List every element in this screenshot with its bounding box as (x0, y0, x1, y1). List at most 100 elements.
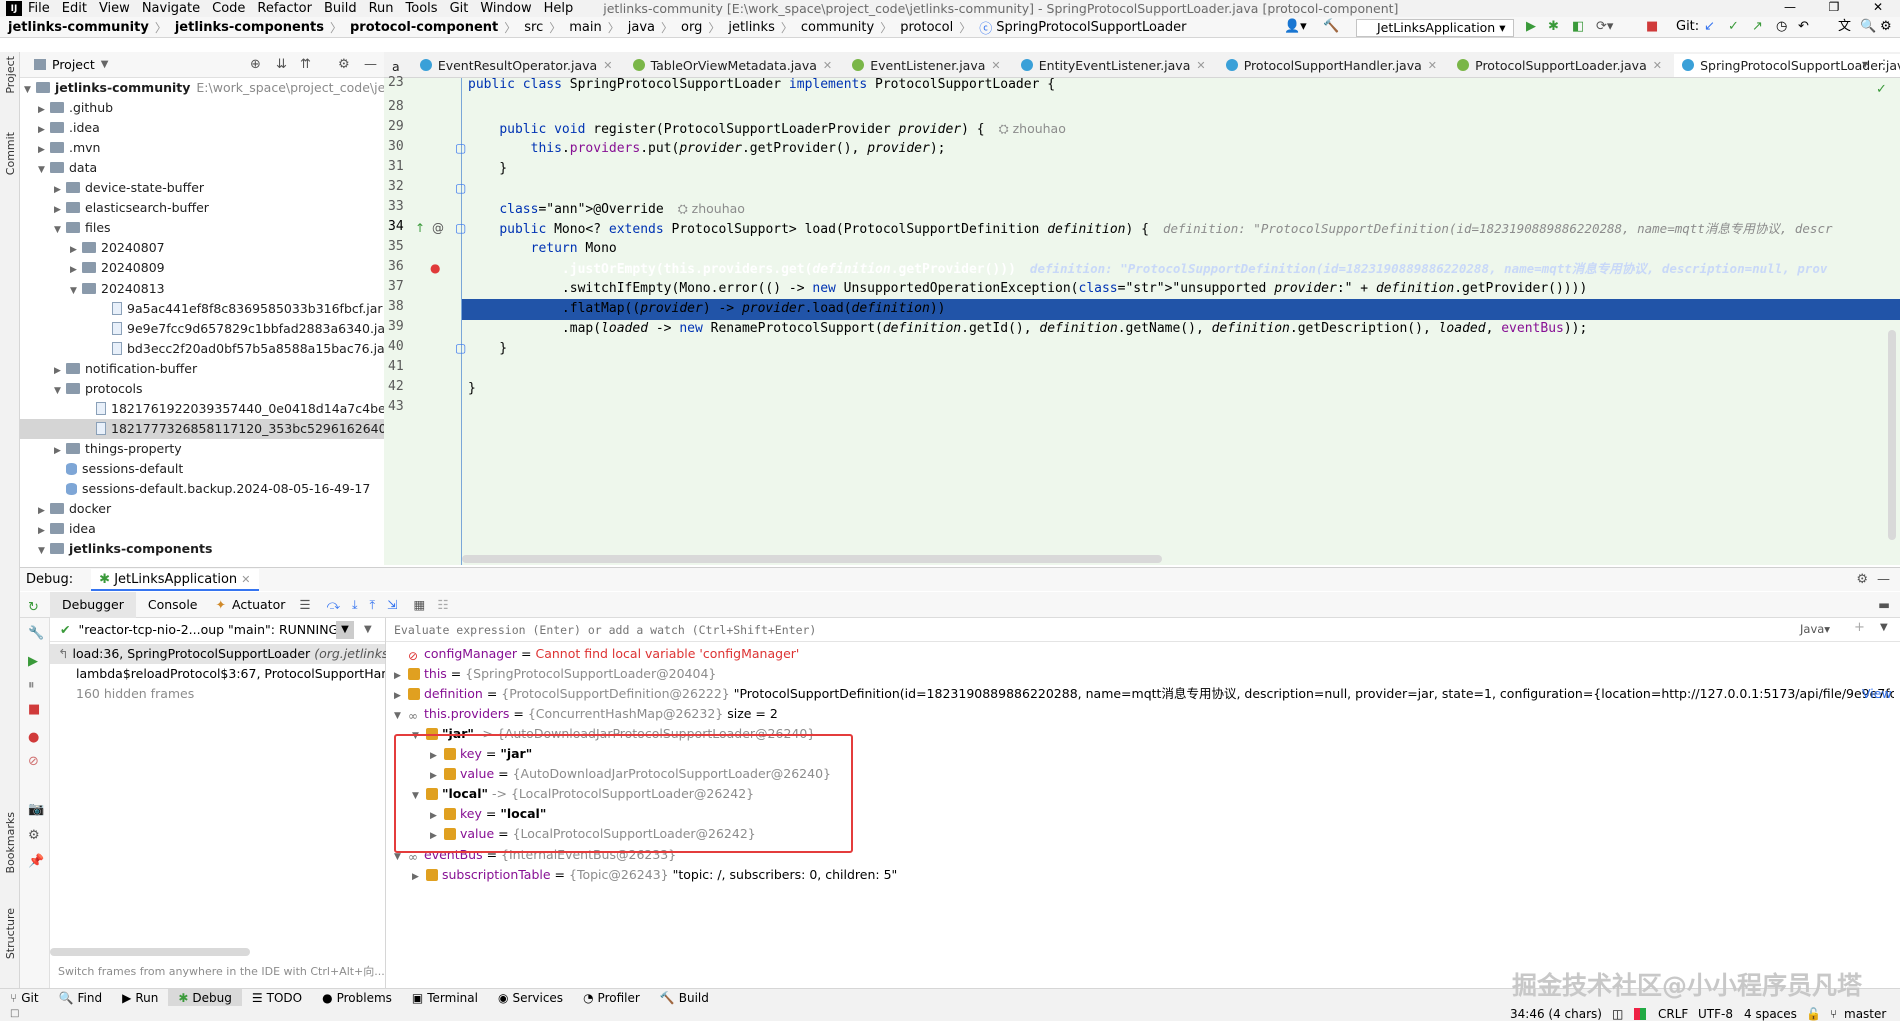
build-hammer-icon[interactable]: 🔨 (1323, 20, 1339, 34)
breadcrumb-community[interactable]: community (801, 20, 874, 35)
hide-panel-icon[interactable]: — (364, 57, 377, 72)
code-line[interactable]: .flatMap((provider) -> provider.load(def… (468, 299, 946, 319)
variable-row[interactable]: ▶ definition = {ProtocolSupportDefinition… (394, 684, 1894, 704)
step-out-icon[interactable]: ⤒ (370, 597, 376, 613)
frame-row[interactable]: ↰ load:36, SpringProtocolSupportLoader (… (50, 644, 406, 664)
chevron-right-icon[interactable]: ▶ (54, 441, 66, 461)
tree-node[interactable]: ▶ 20240809 (20, 258, 384, 278)
settings-icon[interactable]: ⚙ (1880, 20, 1892, 34)
breadcrumb-jetlinks[interactable]: jetlinks (728, 20, 774, 35)
toolwindow-profiler[interactable]: ◔ Profiler (573, 989, 650, 1007)
filter-icon[interactable]: ▼ (336, 621, 354, 639)
coverage-icon[interactable]: ◧ (1572, 20, 1584, 34)
menu-help[interactable]: Help (544, 1, 574, 16)
tree-node[interactable]: ▼ files (20, 218, 384, 238)
expand-all-icon[interactable]: ⇊ (276, 57, 287, 72)
line-number[interactable]: 29 (388, 119, 408, 134)
code-line[interactable]: public Mono<? extends ProtocolSupport> l… (468, 219, 1832, 239)
line-number[interactable]: 28 (388, 99, 408, 114)
menu-code[interactable]: Code (212, 1, 245, 16)
variable-row[interactable]: ▼ ∞ this.providers = {ConcurrentHashMap@26… (394, 704, 778, 724)
tree-node[interactable]: ▼ jetlinks-community E:\work_space\project… (20, 78, 384, 98)
line-number[interactable]: 38 (388, 299, 408, 314)
line-number[interactable]: 40 (388, 339, 408, 354)
menu-refactor[interactable]: Refactor (257, 1, 312, 16)
menu-build[interactable]: Build (324, 1, 357, 16)
fold-icon[interactable]: ▢ (455, 341, 466, 355)
code-line[interactable]: public class SpringProtocolSupportLoader… (468, 75, 1055, 95)
tree-node[interactable]: ▶ .github (20, 98, 384, 118)
tab-protocol-support-loader[interactable]: ProtocolSupportLoader.java ✕ (1449, 52, 1670, 77)
step-over-icon[interactable]: ⤼ (327, 597, 340, 613)
gear-icon[interactable]: ⚙ (338, 57, 350, 72)
file-encoding[interactable]: UTF-8 (1698, 1007, 1733, 1021)
locate-icon[interactable]: ⊕ (250, 57, 261, 72)
override-marker-icon[interactable]: ↑ (415, 221, 425, 235)
chevron-down-icon[interactable]: ▼ (38, 160, 50, 180)
code-line[interactable]: .map(loaded -> new RenameProtocolSupport… (468, 319, 1587, 339)
chevron-right-icon[interactable]: ▶ (394, 686, 408, 704)
chevron-down-icon[interactable]: ▼ (70, 281, 82, 301)
run-configuration-select[interactable]: JetLinksApplication ▾ (1356, 19, 1514, 37)
menu-edit[interactable]: Edit (62, 1, 87, 16)
breadcrumb-protocol[interactable]: protocol (900, 20, 953, 35)
tree-node[interactable]: 9e9e7fcc9d657829c1bbfad2883a6340.jar (20, 319, 384, 339)
status-toggle-icon[interactable]: □ (10, 1008, 19, 1019)
git-commit-icon[interactable]: ✓ (1728, 20, 1739, 34)
line-number[interactable]: 41 (388, 359, 408, 374)
tab-protocol-support-handler[interactable]: ProtocolSupportHandler.java ✕ (1218, 52, 1445, 77)
chevron-down-icon[interactable]: ▼ (364, 618, 372, 642)
breakpoint-icon[interactable]: ● (430, 261, 440, 275)
add-watch-icon[interactable]: + (1854, 620, 1865, 635)
fold-icon[interactable]: ▢ (455, 141, 466, 155)
wrench-icon[interactable]: 🔧 (28, 626, 44, 641)
chevron-down-icon[interactable]: ▼ (1880, 622, 1888, 633)
code-line[interactable]: } (468, 339, 507, 359)
variable-row[interactable]: ⊘ configManager = Cannot find local varia… (394, 644, 799, 664)
chevron-right-icon[interactable]: ▶ (38, 120, 50, 140)
git-branch[interactable]: master (1844, 1007, 1886, 1021)
annotation-marker-icon[interactable]: @ (432, 221, 444, 235)
line-number[interactable]: 42 (388, 379, 408, 394)
line-number[interactable]: 31 (388, 159, 408, 174)
run-to-cursor-icon[interactable]: ⇲ (387, 597, 397, 612)
more-icon[interactable]: ⋮ (1878, 57, 1890, 71)
editor-scrollbar[interactable] (1888, 330, 1896, 540)
toolwindow-find[interactable]: 🔍 Find (49, 989, 113, 1007)
code-line[interactable]: public void register(ProtocolSupportLoad… (468, 119, 1066, 139)
fold-icon[interactable]: ▢ (455, 221, 466, 235)
collapse-all-icon[interactable]: ⇈ (300, 57, 311, 72)
minimize-icon[interactable]: — (1768, 0, 1812, 14)
menu-navigate[interactable]: Navigate (142, 1, 200, 16)
tab-console[interactable]: Console (136, 597, 210, 612)
hidden-frames[interactable]: 160 hidden frames (50, 684, 194, 704)
tree-node[interactable]: 1821761922039357440_0e0418d14a7c4be71e (20, 399, 384, 419)
frames-hscrollbar[interactable] (50, 948, 250, 956)
chevron-right-icon[interactable]: ▶ (70, 240, 82, 260)
tree-node[interactable]: 9a5ac441ef8f8c8369585033b316fbcf.jar (20, 299, 384, 319)
close-window-icon[interactable]: ✕ (1856, 0, 1900, 14)
tab-debugger[interactable]: Debugger (50, 591, 136, 618)
chevron-right-icon[interactable]: ▶ (38, 140, 50, 160)
hide-panel-icon[interactable]: — (1877, 572, 1890, 587)
step-into-icon[interactable]: ⤓ (352, 597, 358, 613)
chevron-right-icon[interactable]: ▶ (394, 666, 408, 686)
tree-node[interactable]: sessions-default (20, 459, 384, 479)
variable-row[interactable]: ▶ this = {SpringProtocolSupportLoader@204… (394, 664, 716, 684)
git-push-icon[interactable]: ↗ (1752, 20, 1763, 34)
trace-icon[interactable]: ☷ (437, 597, 448, 612)
toolwindow-git[interactable]: ⑂ Git (0, 989, 49, 1007)
tree-node[interactable]: ▼ data (20, 158, 384, 178)
chevron-right-icon[interactable]: ▶ (38, 100, 50, 120)
language-select[interactable]: Java▾ (1800, 622, 1830, 636)
tree-node[interactable]: sessions-default.backup.2024-08-05-16-49… (20, 479, 384, 499)
line-number[interactable]: 43 (388, 399, 408, 414)
history-icon[interactable]: ◷ (1776, 20, 1787, 34)
line-number[interactable]: 33 (388, 199, 408, 214)
menu-window[interactable]: Window (480, 1, 531, 16)
toolwindow-build[interactable]: 🔨 Build (650, 989, 719, 1007)
breadcrumb-class[interactable]: SpringProtocolSupportLoader (996, 20, 1186, 35)
toolwindow-todo[interactable]: ☰ TODO (242, 989, 312, 1007)
debug-session-tab[interactable]: ✱ JetLinksApplication ✕ (91, 568, 259, 591)
tree-node[interactable]: ▶ .idea (20, 118, 384, 138)
